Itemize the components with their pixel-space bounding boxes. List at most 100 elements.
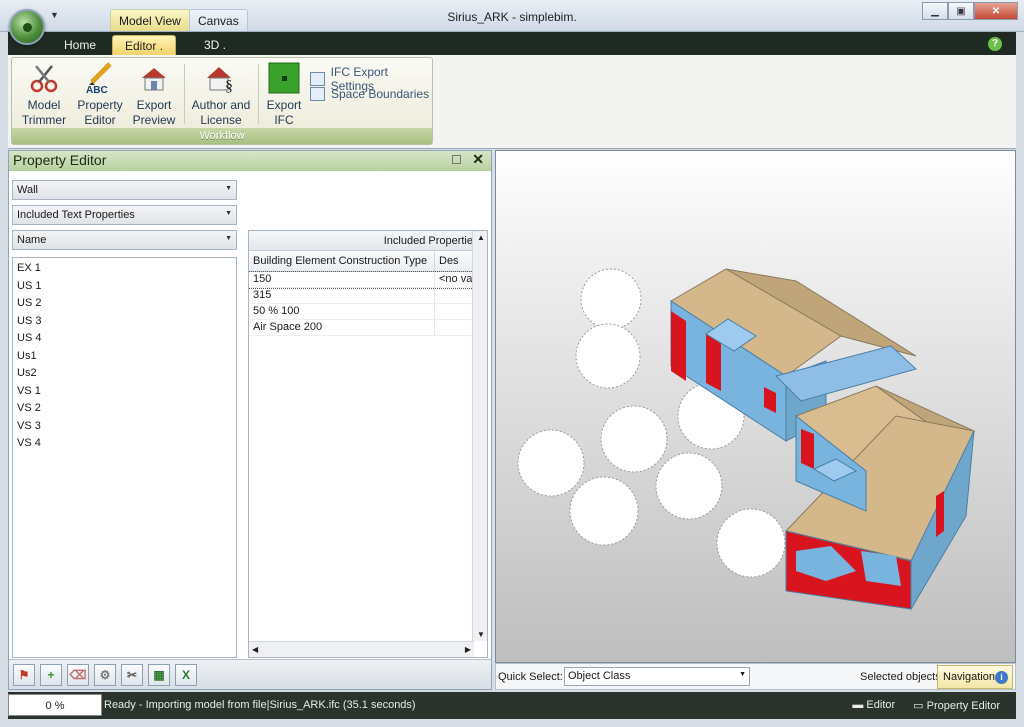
info-icon: i: [995, 671, 1008, 684]
property-set-select[interactable]: Included Text Properties: [12, 205, 237, 225]
table-row[interactable]: 50 % 100: [249, 304, 487, 320]
table-row[interactable]: 150 <no val: [249, 271, 487, 289]
status-editor-tab[interactable]: ▬ Editor: [852, 699, 895, 712]
close-pane-icon[interactable]: ✕: [472, 151, 484, 168]
export-ifc-icon: [268, 62, 300, 94]
3d-model-render: [517, 268, 976, 611]
ribbon-separator: [258, 64, 259, 124]
settings-icon: [310, 72, 325, 86]
status-bar: 0 % Ready - Importing model from file|Si…: [8, 692, 1016, 719]
tree-icon: [580, 268, 642, 330]
tree-icon: [655, 452, 723, 520]
scroll-left-icon[interactable]: ◀: [252, 645, 258, 654]
scroll-right-icon[interactable]: ▶: [465, 645, 471, 654]
title-bar: ▼ Model View Canvas Sirius_ARK - simpleb…: [0, 0, 1024, 45]
flag-icon[interactable]: ⚑: [13, 664, 35, 686]
list-item[interactable]: VS 3: [17, 418, 232, 436]
space-boundaries-label: Space Boundaries: [331, 87, 430, 101]
eraser-icon[interactable]: ⌫: [67, 664, 89, 686]
list-item[interactable]: VS 4: [17, 435, 232, 453]
quick-select-label: Quick Select:: [498, 671, 563, 683]
ribbon: Model Trimmer ABC Property Editor Export…: [8, 55, 1016, 149]
export-ifc-button[interactable]: Export IFC: [264, 62, 304, 128]
pin-icon[interactable]: [452, 155, 461, 164]
property-editor-pane-icon: ▭: [913, 700, 927, 712]
export-ifc-label-2: IFC: [274, 113, 294, 127]
group-by-select[interactable]: Name: [12, 230, 237, 250]
list-item[interactable]: VS 1: [17, 383, 232, 401]
export-preview-button[interactable]: Export Preview: [128, 62, 180, 128]
list-item[interactable]: US 3: [17, 313, 232, 331]
vertical-scrollbar[interactable]: ▲ ▼: [472, 231, 487, 641]
maximize-button[interactable]: ▣: [948, 2, 974, 20]
close-button[interactable]: ✕: [974, 2, 1018, 20]
table-cell[interactable]: [435, 304, 475, 319]
property-editor-label-2: Editor: [84, 113, 116, 127]
navigation-label: Navigation: [943, 671, 995, 683]
horizontal-scrollbar[interactable]: ◀ ▶: [249, 641, 474, 657]
application-menu-button[interactable]: [9, 9, 45, 45]
table-row[interactable]: 315: [249, 288, 487, 304]
scroll-down-icon[interactable]: ▼: [477, 630, 485, 639]
status-property-editor-label: Property Editor: [926, 700, 1000, 712]
column-header-construction-type[interactable]: Building Element Construction Type: [249, 251, 435, 271]
quick-select-dropdown[interactable]: Object Class: [564, 667, 750, 686]
wall-pattern: [861, 551, 901, 586]
navigation-tab[interactable]: Navigation i: [937, 665, 1013, 689]
property-editor-button[interactable]: ABC Property Editor: [74, 62, 126, 128]
table-row[interactable]: Air Space 200: [249, 320, 487, 336]
help-icon[interactable]: ?: [988, 37, 1002, 51]
svg-text:§: §: [225, 78, 233, 94]
tab-editor-label: Editor: [125, 39, 157, 53]
model-trimmer-button[interactable]: Model Trimmer: [18, 62, 70, 128]
tree-icon: [569, 476, 639, 546]
table-cell[interactable]: 50 % 100: [249, 304, 435, 319]
scroll-up-icon[interactable]: ▲: [477, 233, 485, 242]
list-item[interactable]: VS 2: [17, 400, 232, 418]
space-boundaries-icon: [310, 87, 325, 101]
selected-objects-tab[interactable]: Selected objects: [860, 671, 941, 683]
list-item[interactable]: EX 1: [17, 260, 232, 278]
tree-icon: [600, 405, 668, 473]
tab-home[interactable]: Home: [52, 35, 108, 55]
cut-icon[interactable]: ✂: [121, 664, 143, 686]
property-grid: Included Propertie Building Element Cons…: [248, 230, 488, 658]
window-title: Sirius_ARK - simplebim.: [447, 10, 577, 24]
tab-editor[interactable]: Editor .: [112, 35, 177, 55]
minimize-button[interactable]: ▁: [922, 2, 948, 20]
table-cell[interactable]: Air Space 200: [249, 320, 435, 335]
status-property-editor-tab[interactable]: ▭ Property Editor: [913, 699, 1000, 712]
column-header-description[interactable]: Des: [435, 251, 475, 271]
progress-indicator: 0 %: [8, 694, 102, 716]
author-license-button[interactable]: § Author and License: [190, 62, 252, 128]
table-cell[interactable]: <no val: [435, 272, 475, 287]
gear-icon[interactable]: ⚙: [94, 664, 116, 686]
export-sheet-icon[interactable]: ▦: [148, 664, 170, 686]
list-item[interactable]: US 2: [17, 295, 232, 313]
3d-viewport[interactable]: [495, 150, 1016, 663]
table-cell[interactable]: 150: [249, 272, 435, 287]
element-list: EX 1 US 1 US 2 US 3 US 4 Us1 Us2 VS 1 VS…: [12, 257, 237, 658]
list-item[interactable]: Us1: [17, 348, 232, 366]
property-editor-toolbar: ⚑ + ⌫ ⚙ ✂ ▦ X: [9, 659, 491, 689]
table-cell[interactable]: 315: [249, 288, 435, 303]
element-class-select[interactable]: Wall: [12, 180, 237, 200]
export-ifc-label-1: Export: [266, 98, 302, 112]
model-trimmer-label-1: Model: [27, 98, 61, 112]
table-cell[interactable]: [435, 288, 475, 303]
scissors-icon: [28, 62, 60, 94]
space-boundaries-button[interactable]: Space Boundaries: [310, 87, 429, 101]
list-item[interactable]: US 4: [17, 330, 232, 348]
excel-icon[interactable]: X: [175, 664, 197, 686]
author-license-label-2: License: [200, 113, 242, 127]
table-cell[interactable]: [435, 320, 475, 335]
abc-text: ABC: [86, 85, 108, 94]
grid-column-headers: Building Element Construction Type Des: [249, 251, 487, 272]
property-editor-label-1: Property: [77, 98, 123, 112]
list-item[interactable]: US 1: [17, 278, 232, 296]
tab-3d[interactable]: 3D .: [192, 35, 238, 55]
add-icon[interactable]: +: [40, 664, 62, 686]
status-message: Ready - Importing model from file|Sirius…: [104, 699, 416, 711]
list-item[interactable]: Us2: [17, 365, 232, 383]
property-editor-header: Property Editor ✕: [9, 151, 491, 171]
